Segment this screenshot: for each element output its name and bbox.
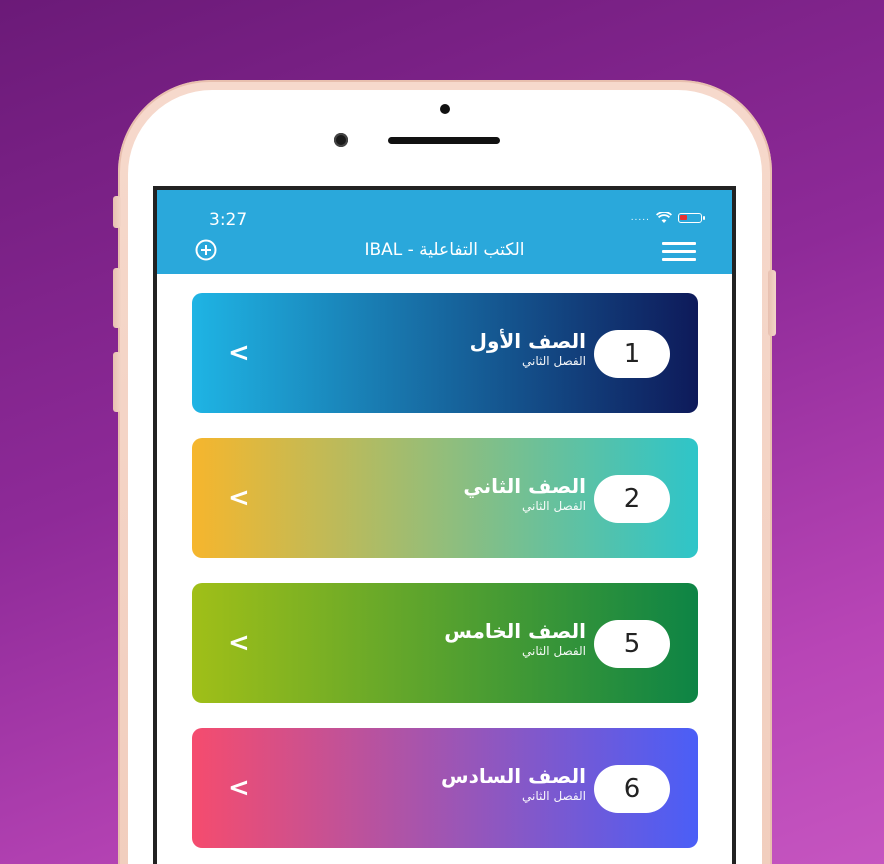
grade-card-2[interactable]: < الصف الثاني الفصل الثاني 2 <box>192 438 698 558</box>
chevron-left-icon: < <box>228 773 250 803</box>
card-title: الصف الثاني <box>463 474 586 498</box>
card-subtitle: الفصل الثاني <box>522 644 586 658</box>
app-header: 3:27 ..... IBAL - الكتب التفاعلية <box>157 190 732 274</box>
battery-level <box>680 215 687 220</box>
front-camera <box>334 133 348 147</box>
card-text: الصف الثاني الفصل الثاني <box>463 474 586 514</box>
grade-list: < الصف الأول الفصل الثاني 1 < الصف الثان… <box>192 293 698 864</box>
volume-up-button <box>113 268 121 328</box>
status-icons: ..... <box>630 212 705 224</box>
wifi-icon <box>656 212 672 224</box>
mute-switch <box>113 196 121 228</box>
battery-icon <box>678 213 705 223</box>
app-screen: 3:27 ..... IBAL - الكتب التفاعلية < الصف… <box>157 190 732 864</box>
grade-number-badge: 1 <box>594 330 670 378</box>
card-subtitle: الفصل الثاني <box>522 789 586 803</box>
card-text: الصف السادس الفصل الثاني <box>441 764 586 804</box>
card-title: الصف الأول <box>469 329 586 353</box>
proximity-sensor <box>440 104 450 114</box>
card-subtitle: الفصل الثاني <box>522 499 586 513</box>
grade-number-badge: 2 <box>594 475 670 523</box>
grade-card-5[interactable]: < الصف الخامس الفصل الثاني 5 <box>192 583 698 703</box>
grade-number-badge: 6 <box>594 765 670 813</box>
grade-card-1[interactable]: < الصف الأول الفصل الثاني 1 <box>192 293 698 413</box>
chevron-left-icon: < <box>228 628 250 658</box>
signal-icon: ..... <box>630 213 650 223</box>
card-title: الصف الخامس <box>444 619 586 643</box>
app-title: IBAL - الكتب التفاعلية <box>364 240 525 260</box>
power-button <box>768 270 776 336</box>
card-subtitle: الفصل الثاني <box>522 354 586 368</box>
hamburger-menu-icon[interactable] <box>662 242 696 262</box>
chevron-left-icon: < <box>228 338 250 368</box>
status-time: 3:27 <box>209 210 248 230</box>
phone-screen: 3:27 ..... IBAL - الكتب التفاعلية < الصف… <box>153 186 736 864</box>
card-text: الصف الأول الفصل الثاني <box>470 329 586 369</box>
card-title: الصف السادس <box>441 764 586 788</box>
card-text: الصف الخامس الفصل الثاني <box>444 619 586 659</box>
volume-down-button <box>113 352 121 412</box>
earpiece-speaker <box>388 137 500 144</box>
chevron-left-icon: < <box>228 483 250 513</box>
grade-number-badge: 5 <box>594 620 670 668</box>
grade-card-6[interactable]: < الصف السادس الفصل الثاني 6 <box>192 728 698 848</box>
